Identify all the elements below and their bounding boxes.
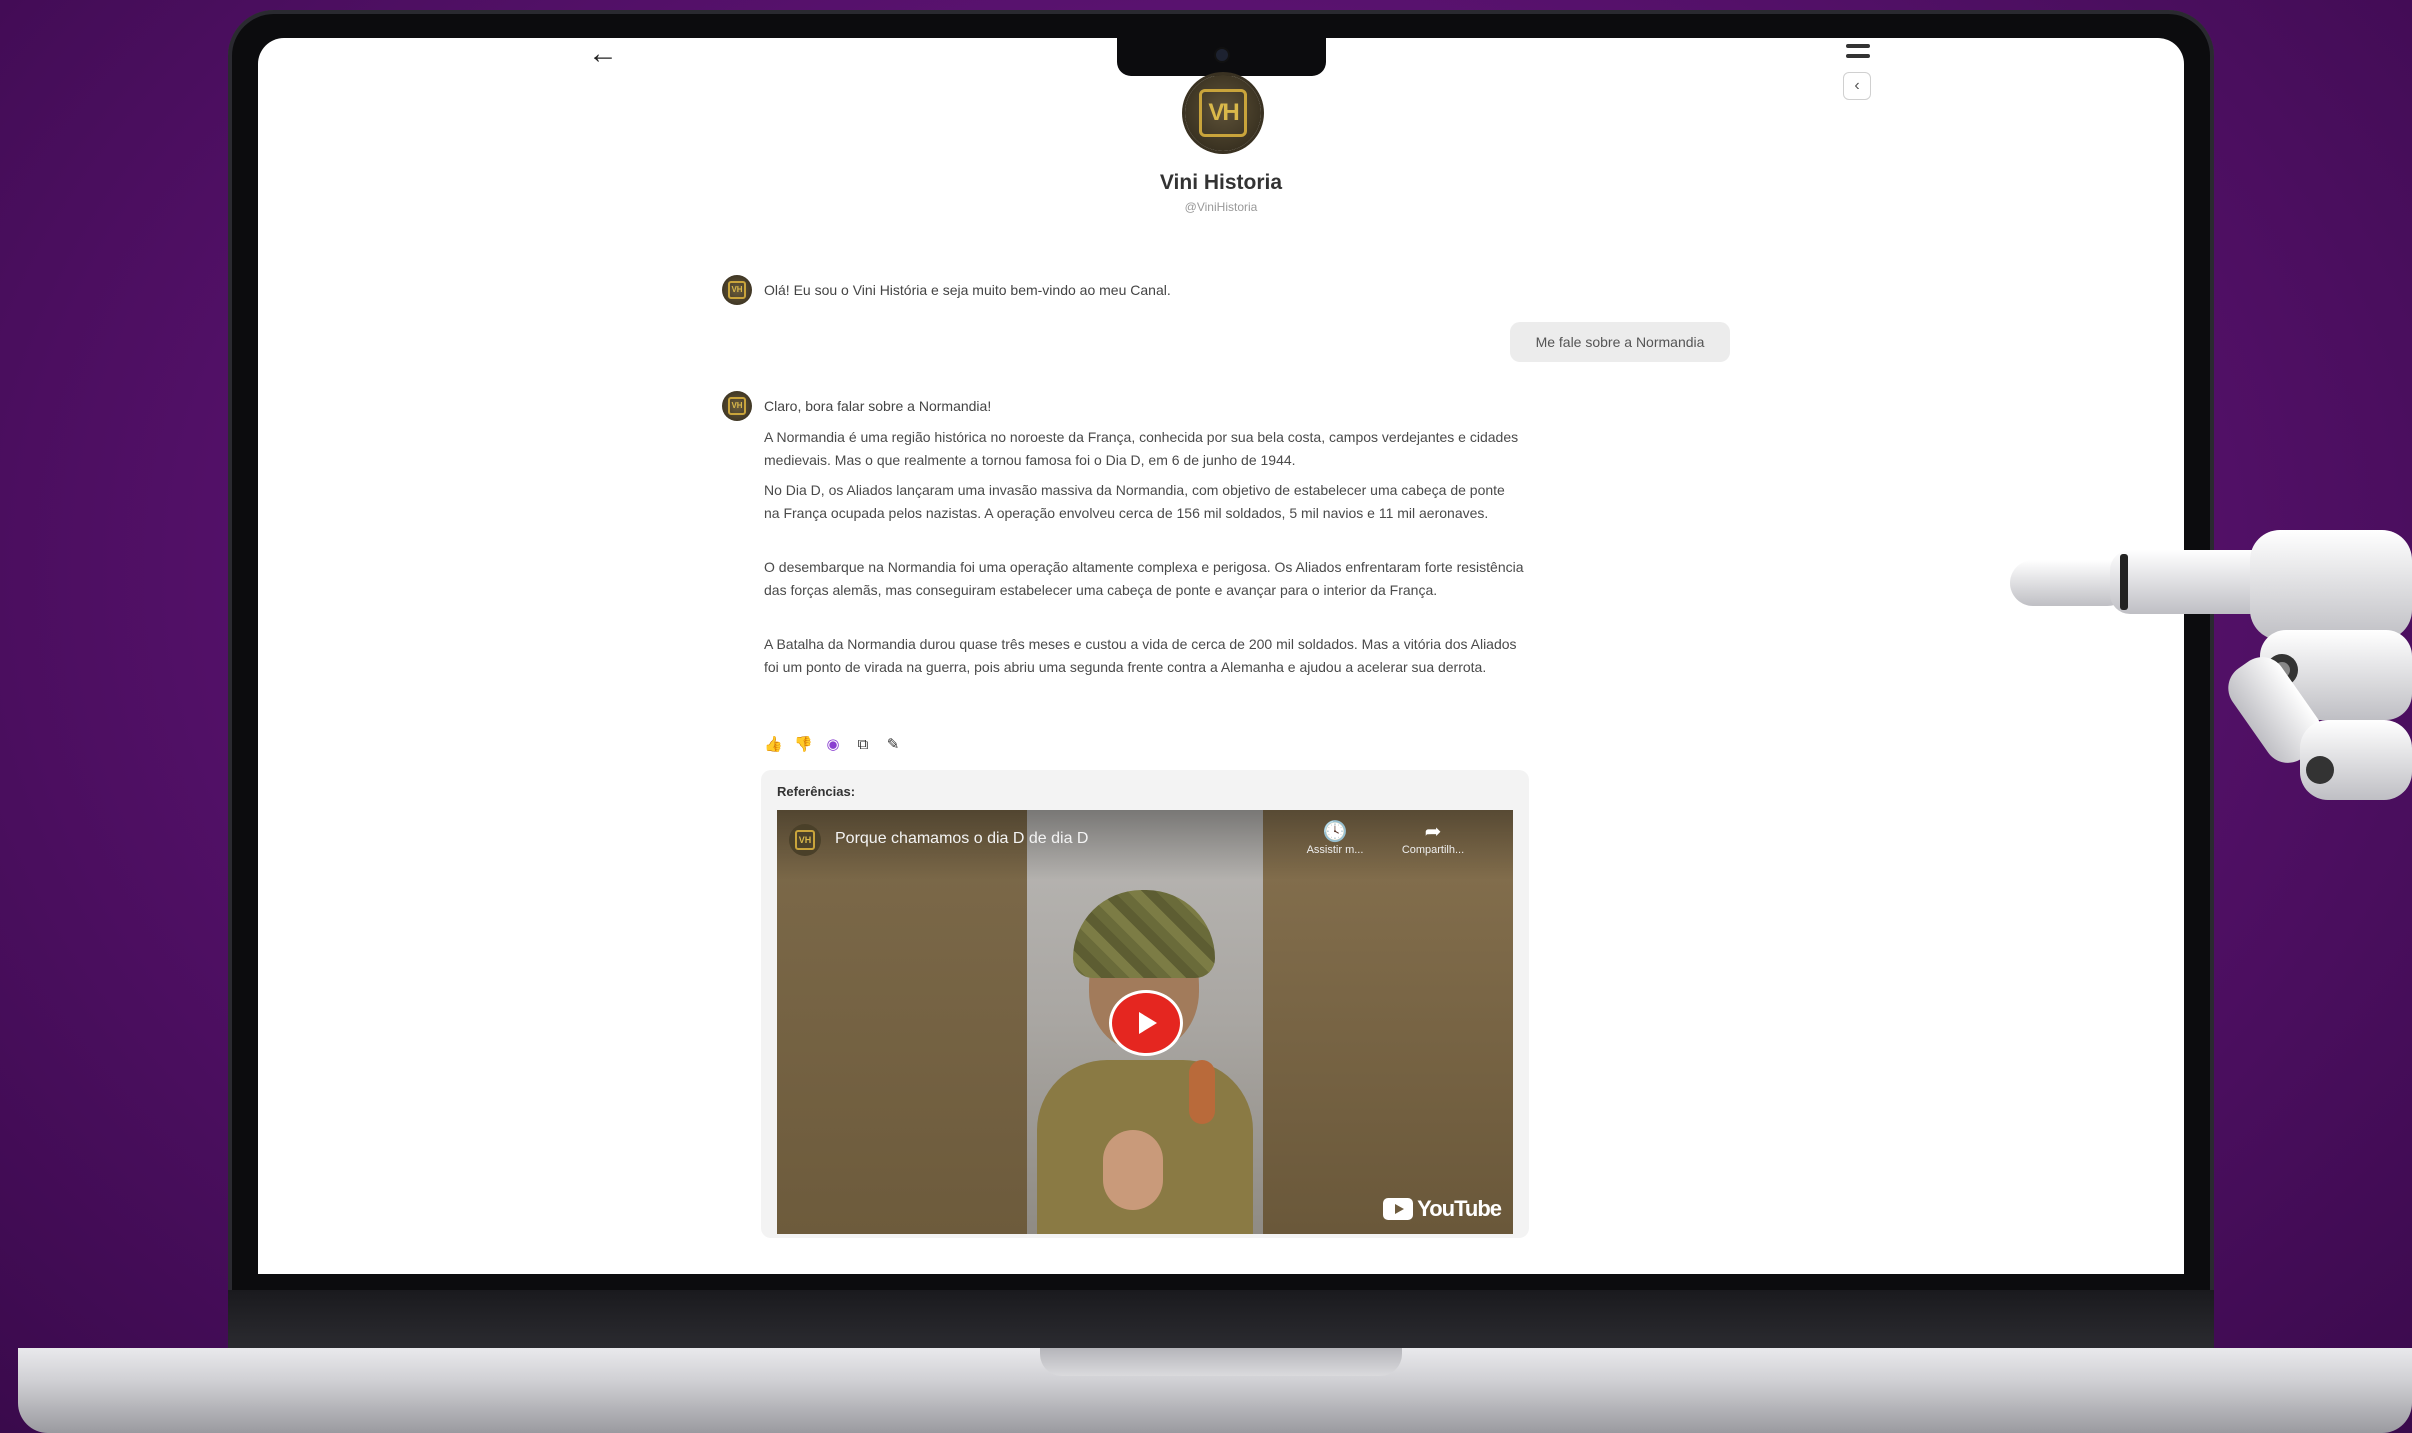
reply-paragraph: O desembarque na Normandia foi uma opera… (764, 559, 1524, 598)
laptop-hinge (228, 1290, 2214, 1352)
bot-logo: VH (728, 281, 746, 299)
laptop-base-notch (1040, 1348, 1402, 1376)
references-title: Referências: (777, 784, 856, 799)
clock-icon: 🕓 (1322, 821, 1348, 843)
robot-hand-illustration (2010, 530, 2412, 800)
share-label: Compartilh... (1401, 844, 1465, 856)
youtube-play-icon (1383, 1198, 1414, 1220)
pencil-icon[interactable]: ✎ (884, 735, 902, 755)
youtube-logo[interactable]: YouTube (1383, 1196, 1502, 1222)
bot-logo: VH (728, 397, 746, 415)
channel-avatar: VH (1185, 75, 1261, 151)
hamburger-menu-icon[interactable] (1840, 38, 1876, 72)
app-screen: ← ‹ VH Vini Historia @ViniHistoria VH Ol… (258, 38, 2184, 1274)
share-arrow-icon: ➦ (1424, 821, 1442, 843)
copy-icon[interactable]: ⧉ (854, 735, 872, 755)
channel-handle: @ViniHistoria (1184, 200, 1258, 214)
greeting-message: Olá! Eu sou o Vini História e seja muito… (764, 282, 1171, 298)
bot-avatar: VH (722, 275, 752, 305)
references-card: Referências: VH Porque chamamos o dia D … (761, 770, 1529, 1238)
user-message-bubble: Me fale sobre a Normandia (1510, 322, 1730, 362)
watch-later-label: Assistir m... (1306, 844, 1364, 856)
bot-avatar: VH (722, 391, 752, 421)
camera-notch (1117, 38, 1326, 76)
reply-intro: Claro, bora falar sobre a Normandia! (764, 398, 992, 414)
globe-icon[interactable]: ◉ (824, 735, 842, 755)
share-button[interactable]: ➦ Compartilh... (1393, 820, 1473, 856)
channel-name: Vini Historia (1159, 171, 1283, 194)
thumbs-up-icon[interactable]: 👍 (764, 735, 783, 755)
reply-paragraph: A Normandia é uma região histórica no no… (764, 429, 1519, 468)
video-channel-avatar[interactable]: VH (789, 824, 821, 856)
camera-icon (1216, 49, 1228, 61)
reply-paragraph: A Batalha da Normandia durou quase três … (764, 636, 1517, 675)
watch-later-button[interactable]: 🕓 Assistir m... (1295, 820, 1375, 856)
channel-logo: VH (1199, 89, 1247, 137)
play-button-icon[interactable] (1109, 990, 1183, 1056)
message-actions: 👍 👎 ◉ ⧉ ✎ (764, 735, 902, 759)
thumbs-down-icon[interactable]: 👎 (794, 735, 813, 755)
chevron-left-icon[interactable]: ‹ (1843, 72, 1871, 100)
youtube-wordmark: YouTube (1417, 1196, 1502, 1221)
youtube-video-embed[interactable]: VH Porque chamamos o dia D de dia D 🕓 As… (777, 810, 1513, 1234)
back-arrow-icon[interactable]: ← (583, 38, 623, 74)
video-title[interactable]: Porque chamamos o dia D de dia D (835, 830, 1088, 848)
video-channel-logo: VH (795, 830, 815, 850)
reply-paragraph: No Dia D, os Aliados lançaram uma invasã… (764, 482, 1505, 521)
